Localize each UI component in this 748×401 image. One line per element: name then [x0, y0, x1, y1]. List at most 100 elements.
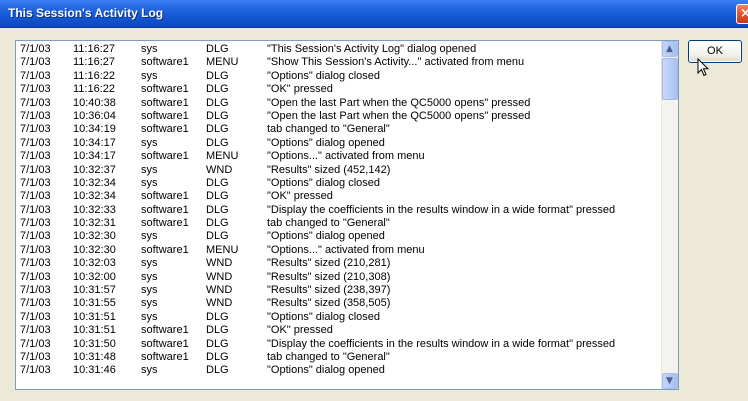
- log-date: 7/1/03: [20, 337, 51, 350]
- log-date: 7/1/03: [20, 217, 51, 230]
- log-type: WND: [206, 297, 233, 310]
- log-user: software1: [141, 350, 189, 363]
- log-message: tab changed to "General": [267, 217, 390, 230]
- log-row[interactable]: 7/1/03 10:31:50 software1 DLG "Display the c…: [16, 338, 662, 351]
- log-row[interactable]: 7/1/03 10:34:17 sys DLG "Options" dialog ope…: [16, 137, 662, 150]
- log-type: DLG: [206, 203, 229, 216]
- log-row[interactable]: 7/1/03 10:31:57 sys WND "Results" sized (238…: [16, 284, 662, 297]
- log-date: 7/1/03: [20, 136, 51, 149]
- log-time: 10:32:37: [73, 163, 116, 176]
- log-row[interactable]: 7/1/03 10:34:17 software1 MENU "Options..." …: [16, 150, 662, 163]
- log-row[interactable]: 7/1/03 10:32:30 sys DLG "Options" dialog ope…: [16, 230, 662, 243]
- log-message: "Display the coefficients in the results…: [267, 337, 616, 350]
- chevron-down-icon: ▼: [666, 376, 673, 386]
- log-user: software1: [141, 150, 189, 163]
- log-message: "Options" dialog opened: [267, 136, 385, 149]
- log-time: 10:32:00: [73, 270, 116, 283]
- log-user: sys: [141, 270, 158, 283]
- log-row[interactable]: 7/1/03 10:31:51 software1 DLG "OK" pressed: [16, 324, 662, 337]
- log-type: DLG: [206, 217, 229, 230]
- scroll-thumb[interactable]: [662, 58, 678, 100]
- log-row[interactable]: 7/1/03 10:32:34 sys DLG "Options" dialog clo…: [16, 177, 662, 190]
- log-type: DLG: [206, 136, 229, 149]
- log-user: software1: [141, 190, 189, 203]
- log-date: 7/1/03: [20, 69, 51, 82]
- log-user: sys: [141, 364, 158, 377]
- log-time: 10:31:57: [73, 284, 116, 297]
- log-row[interactable]: 7/1/03 10:36:04 software1 DLG "Open the last…: [16, 110, 662, 123]
- log-message: "Open the last Part when the QC5000 open…: [267, 109, 531, 122]
- log-type: MENU: [206, 150, 239, 163]
- log-date: 7/1/03: [20, 350, 51, 363]
- log-row[interactable]: 7/1/03 10:31:46 sys DLG "Options" dialog ope…: [16, 364, 662, 377]
- log-type: DLG: [206, 123, 229, 136]
- vertical-scrollbar[interactable]: ▲ ▼: [661, 41, 678, 389]
- log-user: sys: [141, 163, 158, 176]
- log-row[interactable]: 7/1/03 11:16:27 sys DLG "This Session's Acti…: [16, 43, 662, 56]
- log-date: 7/1/03: [20, 123, 51, 136]
- log-time: 10:34:17: [73, 150, 116, 163]
- log-user: sys: [141, 310, 158, 323]
- chevron-up-icon: ▲: [666, 44, 673, 54]
- log-message: "Open the last Part when the QC5000 open…: [267, 96, 531, 109]
- log-message: tab changed to "General": [267, 123, 390, 136]
- log-message: "OK" pressed: [267, 83, 333, 96]
- log-date: 7/1/03: [20, 83, 51, 96]
- log-user: sys: [141, 69, 158, 82]
- mouse-pointer-icon: [697, 58, 710, 77]
- log-row[interactable]: 7/1/03 10:31:51 sys DLG "Options" dialog clo…: [16, 311, 662, 324]
- log-type: DLG: [206, 83, 229, 96]
- scroll-up-button[interactable]: ▲: [662, 41, 678, 57]
- log-type: DLG: [206, 350, 229, 363]
- log-type: DLG: [206, 324, 229, 337]
- log-row[interactable]: 7/1/03 10:34:19 software1 DLG tab changed to…: [16, 123, 662, 136]
- log-time: 10:34:19: [73, 123, 116, 136]
- log-date: 7/1/03: [20, 284, 51, 297]
- log-date: 7/1/03: [20, 270, 51, 283]
- log-row[interactable]: 7/1/03 11:16:22 sys DLG "Options" dialog clo…: [16, 70, 662, 83]
- log-row[interactable]: 7/1/03 10:32:00 sys WND "Results" sized (210…: [16, 271, 662, 284]
- log-date: 7/1/03: [20, 96, 51, 109]
- log-message: "Results" sized (210,308): [267, 270, 391, 283]
- log-message: "Results" sized (358,505): [267, 297, 391, 310]
- log-row[interactable]: 7/1/03 10:32:30 software1 MENU "Options..." …: [16, 244, 662, 257]
- log-time: 11:16:22: [73, 83, 116, 96]
- log-date: 7/1/03: [20, 324, 51, 337]
- log-date: 7/1/03: [20, 176, 51, 189]
- log-row[interactable]: 7/1/03 11:16:22 software1 DLG "OK" pressed: [16, 83, 662, 96]
- log-date: 7/1/03: [20, 310, 51, 323]
- log-message: "Options" dialog opened: [267, 364, 385, 377]
- log-time: 10:31:50: [73, 337, 116, 350]
- log-row[interactable]: 7/1/03 10:32:03 sys WND "Results" sized (210…: [16, 257, 662, 270]
- log-row[interactable]: 7/1/03 10:32:31 software1 DLG tab changed to…: [16, 217, 662, 230]
- log-time: 10:31:51: [73, 324, 116, 337]
- log-time: 10:32:33: [73, 203, 116, 216]
- scroll-down-button[interactable]: ▼: [662, 373, 678, 389]
- log-date: 7/1/03: [20, 56, 51, 69]
- log-date: 7/1/03: [20, 150, 51, 163]
- log-message: "OK" pressed: [267, 190, 333, 203]
- log-time: 11:16:27: [73, 43, 116, 55]
- log-row[interactable]: 7/1/03 10:31:55 sys WND "Results" sized (358…: [16, 297, 662, 310]
- title-bar[interactable]: This Session's Activity Log ×: [0, 0, 748, 28]
- log-row[interactable]: 7/1/03 10:40:38 software1 DLG "Open the last…: [16, 97, 662, 110]
- log-user: software1: [141, 217, 189, 230]
- log-type: DLG: [206, 43, 229, 55]
- log-row[interactable]: 7/1/03 10:32:33 software1 DLG "Display the c…: [16, 204, 662, 217]
- log-row[interactable]: 7/1/03 10:32:37 sys WND "Results" sized (452…: [16, 164, 662, 177]
- close-button[interactable]: ×: [736, 4, 748, 24]
- log-time: 10:32:30: [73, 230, 116, 243]
- log-type: DLG: [206, 190, 229, 203]
- log-user: sys: [141, 297, 158, 310]
- log-date: 7/1/03: [20, 297, 51, 310]
- log-row[interactable]: 7/1/03 10:31:48 software1 DLG tab changed to…: [16, 351, 662, 364]
- log-user: sys: [141, 284, 158, 297]
- log-user: sys: [141, 230, 158, 243]
- log-type: MENU: [206, 243, 239, 256]
- log-row[interactable]: 7/1/03 11:16:27 software1 MENU "Show This Se…: [16, 56, 662, 69]
- log-row[interactable]: 7/1/03 10:32:34 software1 DLG "OK" pressed: [16, 190, 662, 203]
- activity-log-list[interactable]: 7/1/03 11:16:27 sys DLG "This Session's Acti…: [15, 40, 679, 390]
- log-type: DLG: [206, 96, 229, 109]
- log-message: "Results" sized (210,281): [267, 257, 391, 270]
- log-type: WND: [206, 284, 233, 297]
